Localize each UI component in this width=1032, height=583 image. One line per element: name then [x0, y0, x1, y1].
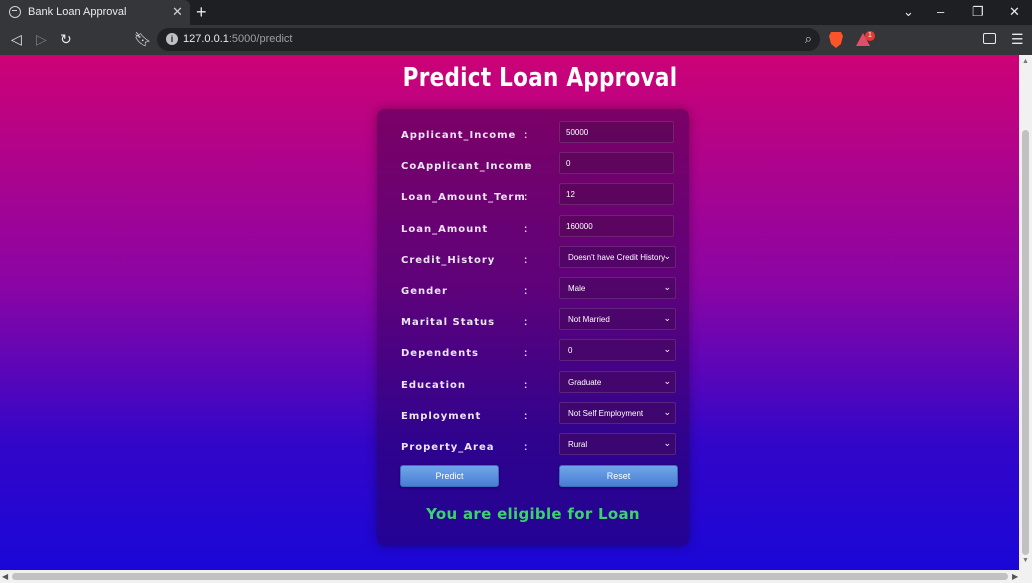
reset-button[interactable]: Reset: [559, 465, 678, 487]
education-select[interactable]: Graduate ⌄: [559, 370, 676, 393]
coapplicant-income-label: CoApplicant_Income: [401, 161, 533, 173]
horizontal-scrollbar[interactable]: ◀ ▶: [0, 570, 1032, 583]
loan-amount-term-label: Loan_Amount_Term: [401, 192, 526, 204]
property-area-label: Property_Area: [401, 442, 495, 453]
new-tab-button[interactable]: +: [196, 2, 207, 23]
loan-amount-term-value: 12: [566, 190, 575, 200]
zoom-icon[interactable]: ⌕: [805, 31, 812, 47]
predict-button[interactable]: Predict: [400, 465, 499, 487]
coapplicant-income-colon: :: [524, 161, 528, 173]
credit-history-colon: :: [524, 254, 528, 266]
dependents-select[interactable]: 0 ⌄: [559, 339, 676, 362]
tab-strip: Bank Loan Approval ✕ + ⌄ – ❐ ✕: [0, 0, 1032, 25]
site-info-icon[interactable]: i: [166, 33, 178, 45]
property-area-select[interactable]: Rural ⌄: [559, 433, 676, 455]
scroll-down-icon[interactable]: ▼: [1022, 557, 1029, 564]
loan-amount-term-input[interactable]: 12: [559, 183, 674, 206]
wallet-icon[interactable]: [983, 33, 996, 44]
credit-history-label: Credit_History: [401, 254, 496, 266]
browser-tab[interactable]: Bank Loan Approval ✕: [0, 0, 190, 25]
credit-history-select[interactable]: Doesn't have Credit History ⌄: [559, 245, 676, 268]
employment-label: Employment: [401, 410, 482, 422]
applicant-income-colon: :: [524, 130, 528, 141]
vertical-scroll-thumb[interactable]: [1022, 130, 1029, 555]
scroll-right-icon[interactable]: ▶: [1012, 572, 1018, 581]
menu-icon[interactable]: ☰: [1011, 31, 1024, 48]
chevron-down-icon: ⌄: [663, 282, 671, 292]
page-title: Predict Loan Approval: [402, 63, 678, 93]
applicant-income-value: 50000: [566, 128, 589, 137]
window-close-icon[interactable]: ✕: [1009, 4, 1020, 20]
education-colon: :: [524, 379, 528, 391]
employment-select[interactable]: Not Self Employment ⌄: [559, 401, 676, 424]
gender-label: Gender: [401, 286, 448, 297]
prediction-result: You are eligible for Loan: [426, 505, 640, 523]
back-icon[interactable]: ◁: [11, 31, 22, 48]
loan-amount-term-colon: :: [524, 192, 528, 204]
minimize-icon[interactable]: –: [937, 4, 944, 19]
loan-amount-label: Loan_Amount: [401, 223, 489, 235]
url-text: 127.0.0.1:5000/predict: [183, 33, 293, 45]
chevron-down-icon: ⌄: [663, 438, 671, 448]
forward-icon[interactable]: ▷: [36, 31, 47, 48]
gender-value: Male: [568, 284, 586, 293]
gender-select[interactable]: Male ⌄: [559, 277, 676, 299]
education-value: Graduate: [568, 377, 602, 387]
scroll-left-icon[interactable]: ◀: [2, 572, 8, 581]
loan-amount-input[interactable]: 160000: [559, 214, 674, 237]
applicant-income-input[interactable]: 50000: [559, 121, 674, 143]
vertical-scrollbar[interactable]: ▲ ▼: [1019, 55, 1032, 570]
employment-colon: :: [524, 410, 528, 422]
gender-colon: :: [524, 286, 528, 297]
property-area-value: Rural: [568, 440, 588, 449]
address-bar[interactable]: i 127.0.0.1:5000/predict ⌕: [157, 28, 820, 51]
dependents-value: 0: [568, 346, 573, 356]
marital-status-colon: :: [524, 317, 528, 329]
loan-amount-colon: :: [524, 223, 528, 235]
dependents-label: Dependents: [401, 348, 479, 360]
horizontal-scroll-thumb[interactable]: [12, 573, 1008, 580]
marital-status-select[interactable]: Not Married ⌄: [559, 308, 676, 331]
education-label: Education: [401, 379, 466, 391]
page-viewport: Predict Loan Approval Applicant_Income: 5…: [0, 55, 1019, 570]
chevron-down-icon: ⌄: [663, 406, 671, 417]
marital-status-label: Marital Status: [401, 317, 496, 329]
coapplicant-income-input[interactable]: 0: [559, 152, 674, 175]
reload-icon[interactable]: ↻: [60, 31, 72, 48]
restore-icon[interactable]: ❐: [972, 4, 984, 20]
coapplicant-income-value: 0: [566, 159, 571, 169]
marital-status-value: Not Married: [568, 315, 610, 325]
globe-icon: [9, 6, 21, 18]
chevron-down-icon: ⌄: [663, 375, 671, 386]
credit-history-value: Doesn't have Credit History: [568, 252, 666, 262]
loan-form-card: Applicant_Income: 50000 CoApplicant_Income…: [377, 109, 689, 546]
tab-title: Bank Loan Approval: [28, 6, 127, 18]
bookmark-icon[interactable]: 🔖︎: [134, 31, 152, 48]
tab-close-icon[interactable]: ✕: [172, 4, 183, 20]
browser-toolbar: ◁ ▷ ↻ 🔖︎ i 127.0.0.1:5000/predict ⌕: [0, 25, 1032, 55]
dependents-colon: :: [524, 348, 528, 360]
loan-amount-value: 160000: [566, 221, 593, 231]
scroll-up-icon[interactable]: ▲: [1022, 58, 1029, 65]
employment-value: Not Self Employment: [568, 408, 644, 418]
chevron-down-icon: ⌄: [663, 313, 671, 324]
chevron-down-icon: ⌄: [663, 250, 671, 261]
applicant-income-label: Applicant_Income: [401, 130, 517, 141]
property-area-colon: :: [524, 442, 528, 453]
notification-badge: 1: [865, 31, 875, 41]
tab-search-icon[interactable]: ⌄: [903, 4, 914, 20]
chevron-down-icon: ⌄: [663, 344, 671, 355]
